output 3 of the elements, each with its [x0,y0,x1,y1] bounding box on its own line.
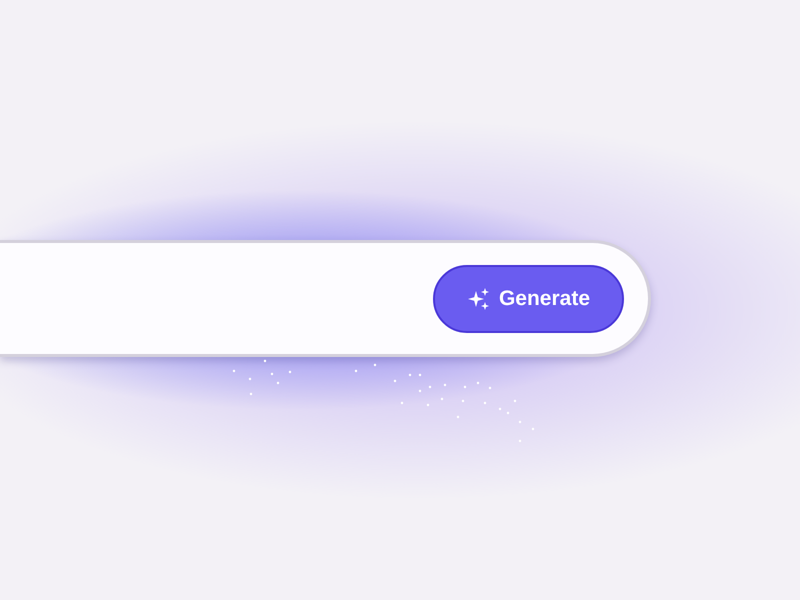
generate-button[interactable]: Generate [433,264,624,332]
sparkle-icon [466,286,491,310]
prompt-field[interactable]: Generate [0,240,651,357]
